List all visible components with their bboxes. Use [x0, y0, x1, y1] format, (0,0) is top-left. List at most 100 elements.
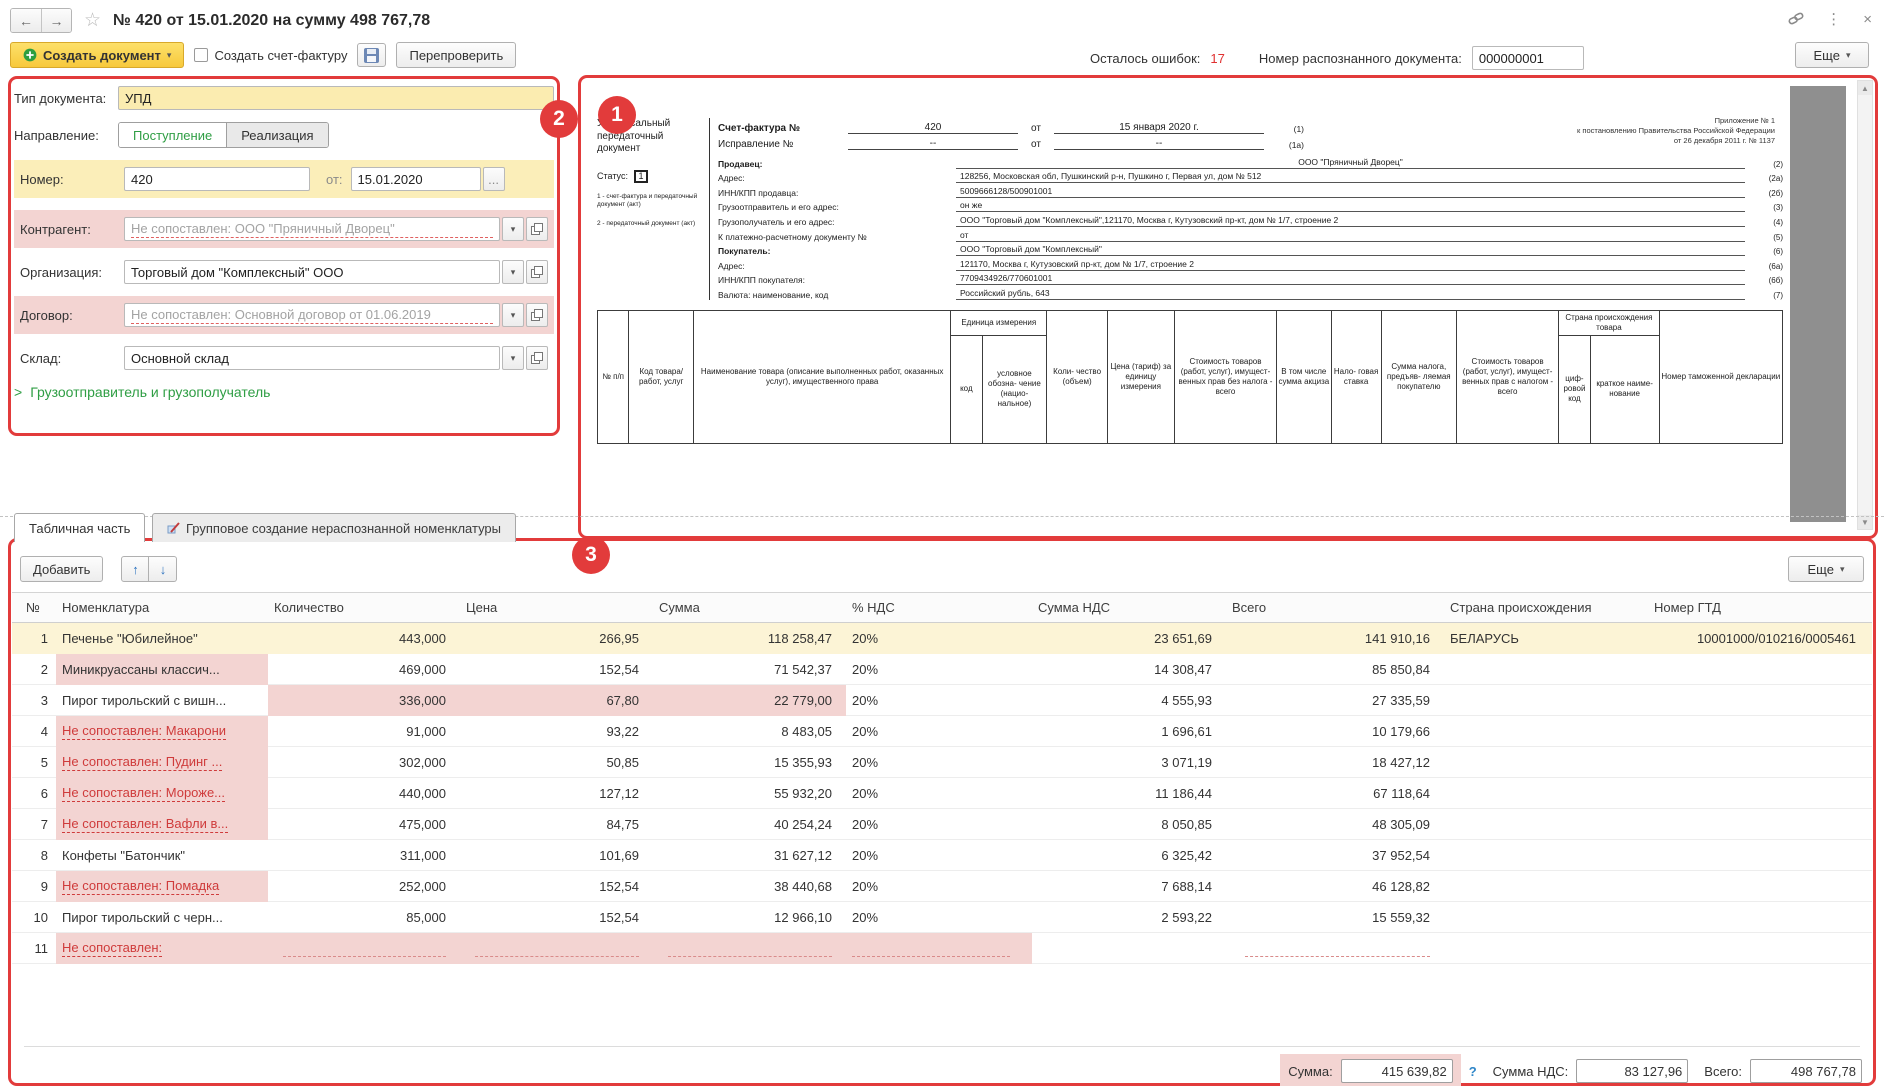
number-input[interactable]: 420: [124, 167, 310, 191]
recheck-button[interactable]: Перепроверить: [396, 42, 516, 68]
table-row[interactable]: 1 Печенье "Юбилейное" 443,000 266,95 118…: [12, 623, 1872, 654]
counterparty-row: Контрагент: Не сопоставлен: ООО "Пряничн…: [14, 210, 554, 248]
sum-total-input[interactable]: 415 639,82: [1341, 1059, 1453, 1083]
col-price[interactable]: Цена: [460, 600, 653, 615]
scroll-down-icon[interactable]: ▼: [1858, 515, 1872, 529]
col-total[interactable]: Всего: [1226, 600, 1444, 615]
arrow-down-icon: ↓: [160, 562, 167, 577]
organization-input[interactable]: Торговый дом "Комплексный" ООО: [124, 260, 500, 284]
scroll-up-icon[interactable]: ▲: [1858, 81, 1872, 95]
grid-col-num: № п/п: [598, 310, 629, 443]
table-row[interactable]: 5 Не сопоставлен: Пудинг ... 302,000 50,…: [12, 747, 1872, 778]
upd-field-row: Покупатель:ООО "Торговый дом "Комплексны…: [718, 242, 1783, 257]
menu-icon[interactable]: ⋮: [1826, 10, 1841, 28]
open-icon: [531, 352, 543, 364]
doc-type-input[interactable]: УПД: [118, 86, 554, 110]
link-icon[interactable]: [1788, 11, 1804, 27]
create-document-button[interactable]: Создать документ ▾: [10, 42, 184, 68]
help-icon[interactable]: ?: [1469, 1064, 1477, 1079]
counterparty-dropdown-button[interactable]: ▾: [502, 217, 524, 241]
back-button[interactable]: ←: [11, 9, 41, 32]
table-row[interactable]: 8 Конфеты "Батончик" 311,000 101,69 31 6…: [12, 840, 1872, 871]
more-button-table[interactable]: Еще ▾: [1788, 556, 1864, 582]
table-row[interactable]: 10 Пирог тирольский с черн... 85,000 152…: [12, 902, 1872, 933]
date-input[interactable]: 15.01.2020: [351, 167, 481, 191]
page-title: № 420 от 15.01.2020 на сумму 498 767,78: [113, 12, 430, 30]
table-section: Добавить ↑ ↓ Еще ▾ № Номенклатура Количе…: [12, 542, 1872, 1086]
table-row[interactable]: 9 Не сопоставлен: Помадка 252,000 152,54…: [12, 871, 1872, 902]
col-number[interactable]: №: [12, 600, 56, 615]
create-document-label: Создать документ: [43, 48, 161, 63]
sum-total-group: Сумма: 415 639,82: [1280, 1054, 1460, 1086]
contract-input[interactable]: Не сопоставлен: Основной договор от 01.0…: [124, 303, 500, 327]
field-label: Покупатель:: [718, 246, 956, 256]
table-row[interactable]: 4 Не сопоставлен: Макарони 91,000 93,22 …: [12, 716, 1872, 747]
tab-group-create[interactable]: Групповое создание нераспознанной номенк…: [152, 513, 516, 542]
field-marker: (2): [1745, 160, 1783, 169]
grid-col-tax: Сумма налога, предъяв- ляемая покупателю: [1381, 310, 1456, 443]
grid-col-code: Код товара/ работ, услуг: [629, 310, 694, 443]
nav-group: ← →: [10, 8, 72, 33]
col-gtd[interactable]: Номер ГТД: [1648, 600, 1872, 615]
direction-in-label: Поступление: [133, 128, 212, 143]
table-row[interactable]: 7 Не сопоставлен: Вафли в... 475,000 84,…: [12, 809, 1872, 840]
move-down-button[interactable]: ↓: [149, 556, 177, 582]
warehouse-open-button[interactable]: [526, 346, 548, 370]
col-sum[interactable]: Сумма: [653, 600, 846, 615]
vat-total-input[interactable]: 83 127,96: [1576, 1059, 1688, 1083]
organization-open-button[interactable]: [526, 260, 548, 284]
upd-field-row: Адрес:121170, Москва г, Кутузовский пр-к…: [718, 256, 1783, 271]
add-row-button[interactable]: Добавить: [20, 556, 103, 582]
forward-button[interactable]: →: [41, 9, 71, 32]
document-form: Тип документа: УПД Направление: Поступле…: [14, 86, 554, 400]
field-value: ООО "Торговый дом "Комплексный": [956, 244, 1745, 256]
counterparty-input[interactable]: Не сопоставлен: ООО "Пряничный Дворец": [124, 217, 500, 241]
col-nomenclature[interactable]: Номенклатура: [56, 600, 268, 615]
correction-number: --: [848, 138, 1018, 150]
col-country[interactable]: Страна происхождения: [1444, 600, 1648, 615]
field-value: 5009666128/500901001: [956, 186, 1745, 198]
warehouse-input[interactable]: Основной склад: [124, 346, 500, 370]
table-row[interactable]: 3 Пирог тирольский с вишн... 336,000 67,…: [12, 685, 1872, 716]
tab-table-part[interactable]: Табличная часть: [14, 513, 145, 542]
upd-field-row: ИНН/КПП продавца:5009666128/500901001(2б…: [718, 183, 1783, 198]
direction-in-button[interactable]: Поступление: [119, 123, 226, 147]
field-value: 121170, Москва г, Кутузовский пр-кт, дом…: [956, 259, 1745, 271]
unmatched-item[interactable]: Не сопоставлен: Макарони: [62, 723, 226, 740]
close-icon[interactable]: ×: [1863, 11, 1872, 28]
unmatched-item[interactable]: Не сопоставлен: Вафли в...: [62, 816, 228, 833]
unmatched-item[interactable]: Не сопоставлен: Помадка: [62, 878, 219, 895]
create-invoice-checkbox[interactable]: Создать счет-фактуру: [194, 48, 347, 63]
col-vat-percent[interactable]: % НДС: [846, 600, 1032, 615]
contract-placeholder: Не сопоставлен: Основной договор от 01.0…: [131, 307, 493, 324]
favorite-star-icon[interactable]: ☆: [84, 9, 101, 32]
move-up-button[interactable]: ↑: [121, 556, 149, 582]
field-label: Адрес:: [718, 173, 956, 183]
col-vat-sum[interactable]: Сумма НДС: [1032, 600, 1226, 615]
grid-col-country-name: краткое наиме- нование: [1590, 335, 1659, 443]
upd-field-row: ИНН/КПП покупателя:7709434926/770601001(…: [718, 271, 1783, 286]
counterparty-open-button[interactable]: [526, 217, 548, 241]
date-picker-button[interactable]: ...: [483, 167, 505, 191]
table-row[interactable]: 2 Миникруассаны классич... 469,000 152,5…: [12, 654, 1872, 685]
unmatched-item[interactable]: Не сопоставлен: Мороже...: [62, 785, 225, 802]
grand-total-input[interactable]: 498 767,78: [1750, 1059, 1862, 1083]
preview-scrollbar[interactable]: ▲ ▼: [1857, 80, 1873, 530]
save-button[interactable]: [357, 43, 386, 67]
shipper-expander[interactable]: > Грузоотправитель и грузополучатель: [14, 384, 554, 400]
contract-open-button[interactable]: [526, 303, 548, 327]
more-button-top[interactable]: Еще ▾: [1795, 42, 1869, 68]
unmatched-item[interactable]: Не сопоставлен: Пудинг ...: [62, 754, 222, 771]
unmatched-item[interactable]: Не сопоставлен:: [62, 940, 162, 957]
errors-count: 17: [1210, 51, 1224, 66]
table-row[interactable]: 11 Не сопоставлен:: [12, 933, 1872, 964]
counterparty-dropdown-icon: ▾: [511, 224, 516, 235]
organization-dropdown-button[interactable]: ▾: [502, 260, 524, 284]
table-row[interactable]: 6 Не сопоставлен: Мороже... 440,000 127,…: [12, 778, 1872, 809]
contract-dropdown-button[interactable]: ▾: [502, 303, 524, 327]
correction-label: Исправление №: [718, 139, 848, 150]
recognized-number-input[interactable]: 000000001: [1472, 46, 1584, 70]
warehouse-dropdown-button[interactable]: ▾: [502, 346, 524, 370]
col-quantity[interactable]: Количество: [268, 600, 460, 615]
direction-out-button[interactable]: Реализация: [226, 123, 327, 147]
